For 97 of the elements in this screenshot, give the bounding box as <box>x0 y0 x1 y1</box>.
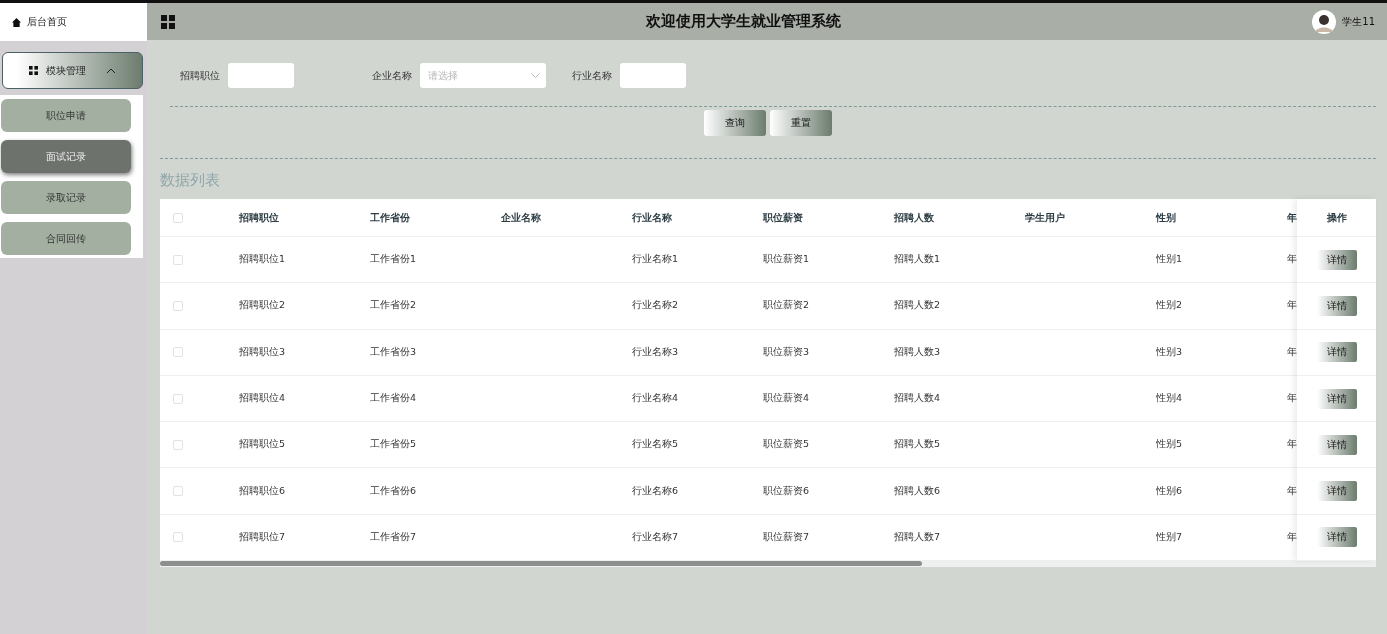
scrollbar[interactable] <box>160 561 1376 568</box>
table-cell: 行业名称3 <box>632 345 679 359</box>
menu-group-button[interactable]: 模块管理 <box>2 52 143 89</box>
detail-button[interactable]: 详情 <box>1316 295 1357 316</box>
detail-button[interactable]: 详情 <box>1316 481 1357 502</box>
user-name: 学生11 <box>1342 14 1375 29</box>
detail-button[interactable]: 详情 <box>1316 434 1357 455</box>
table-cell: 招聘人数6 <box>894 484 941 498</box>
home-icon <box>12 17 21 27</box>
table-cell: 行业名称4 <box>632 392 679 406</box>
home-link[interactable]: 后台首页 <box>0 3 147 41</box>
table-cell: 招聘人数5 <box>894 438 941 452</box>
table-cell: 性别4 <box>1156 392 1183 406</box>
select-all-checkbox[interactable] <box>173 212 183 223</box>
table-cell: 招聘人数2 <box>894 299 941 313</box>
table-cell: 工作省份7 <box>370 530 417 544</box>
column-header: 企业名称 <box>501 210 541 225</box>
table-cell: 行业名称5 <box>632 438 679 452</box>
search-button[interactable]: 查询 <box>704 110 766 136</box>
input-field[interactable] <box>228 63 294 88</box>
table-cell: 年 <box>1287 530 1297 544</box>
section-title: 数据列表 <box>160 170 221 191</box>
row-checkbox[interactable] <box>173 486 183 497</box>
table-cell: 年 <box>1287 253 1297 267</box>
input-field[interactable] <box>620 63 686 88</box>
table-cell: 年 <box>1287 299 1297 313</box>
table-cell: 年 <box>1287 345 1297 359</box>
column-header: 招聘人数 <box>894 210 934 225</box>
table-cell: 职位薪资1 <box>763 253 810 267</box>
sidebar-item[interactable]: 职位申请 <box>1 99 131 132</box>
column-header: 工作省份 <box>370 210 410 225</box>
table-cell: 性别2 <box>1156 299 1183 313</box>
table-cell: 性别5 <box>1156 438 1183 452</box>
table-cell: 年 <box>1287 392 1297 406</box>
table-cell: 招聘人数1 <box>894 253 941 267</box>
field-label: 招聘职位 <box>180 68 220 83</box>
table-cell: 职位薪资4 <box>763 392 810 406</box>
window-title: 欢迎使用大学生就业管理系统 <box>645 12 843 31</box>
table-cell: 行业名称6 <box>632 484 679 498</box>
table-cell: 招聘人数3 <box>894 345 941 359</box>
table-cell: 招聘人数4 <box>894 392 941 406</box>
column-header: 招聘职位 <box>239 210 279 225</box>
sidebar-item[interactable]: 合同回传 <box>1 222 131 255</box>
avatar[interactable] <box>1312 9 1337 34</box>
reset-button[interactable]: 重置 <box>770 110 832 136</box>
field-label: 企业名称 <box>372 68 412 83</box>
row-checkbox[interactable] <box>173 393 183 404</box>
table-cell: 行业名称1 <box>632 253 679 267</box>
table-cell: 招聘职位7 <box>239 530 286 544</box>
row-checkbox[interactable] <box>173 532 183 543</box>
grid-icon[interactable] <box>161 14 175 29</box>
detail-button[interactable]: 详情 <box>1316 388 1357 409</box>
table-cell: 招聘职位1 <box>239 253 286 267</box>
table-cell: 职位薪资2 <box>763 299 810 313</box>
table-cell: 职位薪资7 <box>763 530 810 544</box>
table-cell: 招聘职位5 <box>239 438 286 452</box>
row-checkbox[interactable] <box>173 347 183 358</box>
table-cell: 性别3 <box>1156 345 1183 359</box>
row-checkbox[interactable] <box>173 254 183 265</box>
table-cell: 招聘人数7 <box>894 530 941 544</box>
table-cell: 工作省份2 <box>370 299 417 313</box>
detail-button[interactable]: 详情 <box>1316 249 1357 270</box>
table-cell: 招聘职位3 <box>239 345 286 359</box>
chevron-down-icon <box>531 73 540 78</box>
field-label: 行业名称 <box>572 68 612 83</box>
table-cell: 年 <box>1287 484 1297 498</box>
table-cell: 性别7 <box>1156 530 1183 544</box>
column-header: 职位薪资 <box>763 210 803 225</box>
grid-icon <box>29 66 38 75</box>
column-header: 操作 <box>1297 199 1376 237</box>
column-header: 性别 <box>1156 210 1176 225</box>
table-cell: 行业名称2 <box>632 299 679 313</box>
table-cell: 职位薪资6 <box>763 484 810 498</box>
table-cell: 性别6 <box>1156 484 1183 498</box>
table-cell: 招聘职位2 <box>239 299 286 313</box>
table-cell: 行业名称7 <box>632 530 679 544</box>
row-checkbox[interactable] <box>173 439 183 450</box>
detail-button[interactable]: 详情 <box>1316 527 1357 548</box>
table-cell: 职位薪资3 <box>763 345 810 359</box>
detail-button[interactable]: 详情 <box>1316 342 1357 363</box>
sidebar-item[interactable]: 录取记录 <box>1 181 131 214</box>
table-cell: 性别1 <box>1156 253 1183 267</box>
chevron-icon <box>106 67 116 74</box>
table-cell: 工作省份5 <box>370 438 417 452</box>
table-cell: 招聘职位4 <box>239 392 286 406</box>
table-cell: 工作省份1 <box>370 253 417 267</box>
column-header: 行业名称 <box>632 210 672 225</box>
table-cell: 工作省份4 <box>370 392 417 406</box>
table-cell: 职位薪资5 <box>763 438 810 452</box>
table-cell: 工作省份6 <box>370 484 417 498</box>
row-checkbox[interactable] <box>173 300 183 311</box>
sidebar-item[interactable]: 面试记录 <box>1 140 131 173</box>
column-header: 年 <box>1287 210 1297 225</box>
column-header: 学生用户 <box>1025 210 1065 225</box>
table-cell: 年 <box>1287 438 1297 452</box>
table-cell: 招聘职位6 <box>239 484 286 498</box>
table-cell: 工作省份3 <box>370 345 417 359</box>
